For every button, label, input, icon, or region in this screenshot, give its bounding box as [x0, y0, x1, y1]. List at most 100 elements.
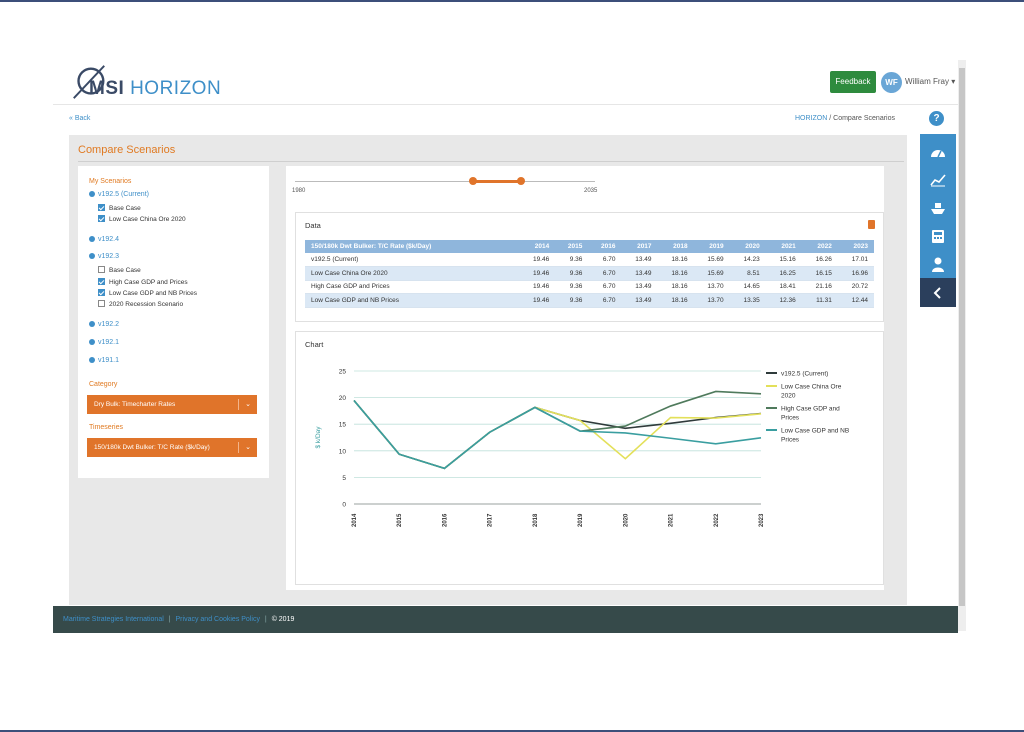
version-label: v192.5 (Current) [98, 191, 149, 198]
category-value: Dry Bulk: Timecharter Rates [94, 401, 176, 408]
sidebar-item-charts[interactable] [920, 166, 956, 194]
results-panel: 1980 2035 Data 150/180k Dwt Bulker: T/C … [286, 166, 884, 590]
expand-circle-icon [89, 339, 95, 345]
slider-end-handle[interactable] [517, 177, 525, 185]
sidebar-collapse-button[interactable] [920, 278, 956, 307]
page-frame-top [0, 0, 1024, 2]
x-tick-label: 2020 [623, 513, 629, 527]
scenario-checkbox-row[interactable]: Base Case [98, 204, 141, 212]
table-cell-value: 13.70 [693, 280, 730, 294]
checkbox[interactable] [98, 266, 105, 273]
user-icon [932, 257, 944, 272]
checkbox[interactable] [98, 278, 105, 285]
scenario-checkbox-row[interactable]: High Case GDP and Prices [98, 278, 188, 286]
app-window: MSI HORIZON Feedback WF William Fray ▾ «… [53, 58, 966, 633]
version-v191-1[interactable]: v191.1 [89, 357, 119, 364]
sidebar-item-dashboard[interactable] [920, 138, 956, 166]
version-label: v191.1 [98, 357, 120, 364]
y-tick-label: 25 [339, 369, 347, 376]
category-label: Category [89, 381, 118, 388]
version-v192-3[interactable]: v192.3 [89, 253, 119, 260]
checkbox[interactable] [98, 204, 105, 211]
version-label: v192.2 [98, 321, 120, 328]
legend-entry: v192.5 (Current) [781, 371, 828, 378]
table-cell-value: 16.25 [765, 266, 802, 281]
scrollbar-thumb[interactable] [959, 68, 965, 606]
table-cell-value: 13.49 [621, 266, 658, 281]
ship-icon [931, 203, 945, 214]
table-cell-value: 14.65 [729, 280, 766, 294]
footer-privacy-link[interactable]: Privacy and Cookies Policy [176, 616, 260, 623]
slider-start-handle[interactable] [469, 177, 477, 185]
y-tick-label: 15 [339, 422, 347, 429]
table-cell-value: 12.44 [837, 293, 874, 308]
version-label: v192.1 [98, 339, 120, 346]
user-menu[interactable]: William Fray ▾ [905, 77, 955, 86]
scenario-checkbox-row[interactable]: Low Case GDP and NB Prices [98, 289, 197, 297]
x-tick-label: 2022 [714, 513, 720, 527]
breadcrumb-home-link[interactable]: HORIZON [795, 115, 827, 122]
data-section: Data 150/180k Dwt Bulker: T/C Rate ($k/D… [295, 212, 884, 322]
main-content: Compare Scenarios My Scenarios v192.5 (C… [69, 135, 907, 605]
footer-company-link[interactable]: Maritime Strategies International [63, 616, 164, 623]
table-cell-value: 6.70 [588, 253, 622, 267]
version-v192-4[interactable]: v192.4 [89, 236, 119, 243]
table-header-series: 150/180k Dwt Bulker: T/C Rate ($k/Day) [305, 240, 520, 253]
footer-separator: | [264, 616, 267, 623]
version-v192-1[interactable]: v192.1 [89, 339, 119, 346]
pdf-export-icon[interactable] [868, 220, 875, 229]
footer-copyright: © 2019 [271, 616, 295, 623]
scrollbar[interactable] [958, 60, 966, 631]
y-tick-label: 10 [339, 448, 347, 455]
scenario-label: Low Case China Ore 2020 [109, 216, 186, 223]
table-cell-value: 19.46 [519, 280, 556, 294]
table-cell-series: Low Case China Ore 2020 [305, 266, 520, 281]
expand-circle-icon [89, 191, 95, 197]
table-cell-value: 15.16 [765, 253, 802, 267]
sidebar-item-profile[interactable] [920, 250, 956, 278]
table-cell-value: 18.16 [657, 266, 694, 281]
avatar[interactable]: WF [881, 72, 902, 93]
timeseries-label: Timeseries [89, 424, 123, 431]
timeseries-dropdown[interactable]: 150/180k Dwt Bulker: T/C Rate ($k/Day) ⌄ [87, 438, 257, 457]
table-cell-value: 6.70 [588, 280, 622, 294]
back-link[interactable]: « Back [69, 115, 90, 122]
version-v192-2[interactable]: v192.2 [89, 321, 119, 328]
sidebar-item-fleet[interactable] [920, 194, 956, 222]
table-cell-value: 19.46 [519, 253, 556, 267]
table-cell-value: 16.96 [837, 266, 874, 281]
table-header-year: 2020 [729, 240, 766, 253]
checkbox[interactable] [98, 300, 105, 307]
y-tick-label: 5 [342, 475, 346, 482]
table-cell-value: 19.46 [519, 266, 556, 281]
table-cell-value: 16.15 [801, 266, 838, 281]
table-cell-series: Low Case GDP and NB Prices [305, 293, 520, 308]
checkbox[interactable] [98, 215, 105, 222]
scenario-checkbox-row[interactable]: Low Case China Ore 2020 [98, 215, 186, 223]
logo-horizon: HORIZON [130, 78, 222, 99]
table-cell-value: 17.01 [837, 253, 874, 267]
checkbox[interactable] [98, 289, 105, 296]
slider-max-label: 2035 [584, 188, 598, 194]
category-dropdown[interactable]: Dry Bulk: Timecharter Rates ⌄ [87, 395, 257, 414]
table-cell-value: 18.16 [657, 253, 694, 267]
page-title: Compare Scenarios [78, 144, 176, 156]
version-v192-5[interactable]: v192.5 (Current) [89, 191, 149, 198]
year-range-slider[interactable] [295, 181, 595, 182]
table-cell-value: 15.69 [693, 266, 730, 281]
scenario-checkbox-row[interactable]: 2020 Recession Scenario [98, 300, 183, 308]
series-line [353, 399, 762, 470]
scenario-checkbox-row[interactable]: Base Case [98, 266, 141, 274]
feedback-button[interactable]: Feedback [830, 71, 876, 93]
table-cell-value: 9.36 [555, 280, 589, 294]
sidebar-item-calculator[interactable] [920, 222, 956, 250]
logo-msi: MSI [89, 78, 125, 99]
table-header-year: 2021 [765, 240, 802, 253]
help-icon[interactable]: ? [929, 111, 944, 126]
table-header-year: 2018 [657, 240, 694, 253]
series-line [353, 399, 762, 470]
table-cell-value: 9.36 [555, 266, 589, 281]
table-cell-value: 13.49 [621, 293, 658, 308]
timeseries-value: 150/180k Dwt Bulker: T/C Rate ($k/Day) [94, 444, 210, 451]
scenario-label: Base Case [109, 267, 141, 274]
